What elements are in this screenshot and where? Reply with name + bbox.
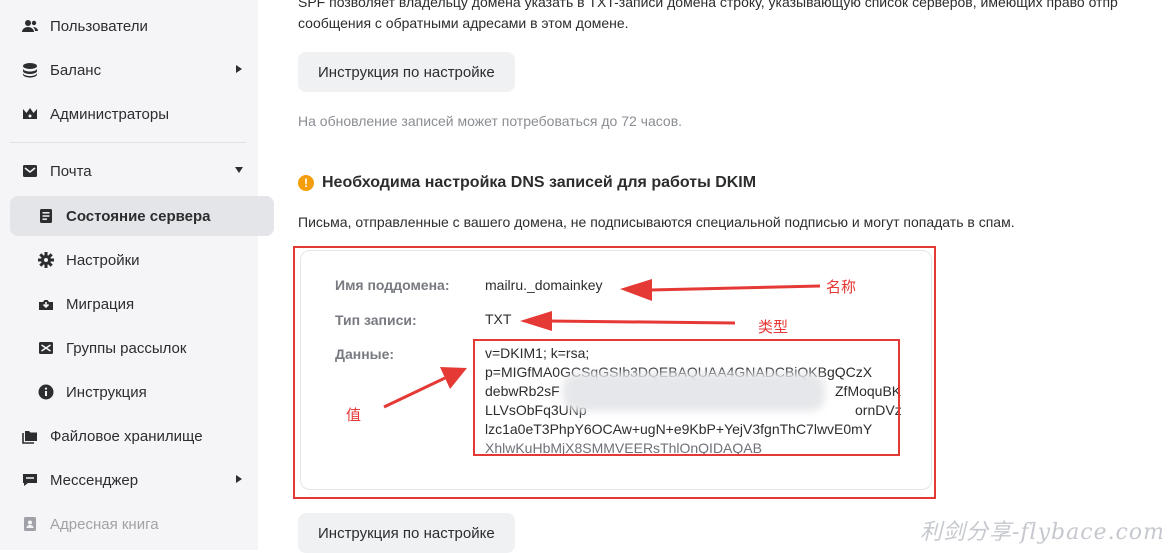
- sidebar-item-server-state[interactable]: Состояние сервера: [10, 196, 274, 236]
- dkim-instruction-button[interactable]: Инструкция по настройке: [298, 513, 515, 553]
- folder-icon: [22, 428, 38, 444]
- spf-instruction-button[interactable]: Инструкция по настройке: [298, 52, 515, 92]
- sidebar-item-label: Администраторы: [50, 105, 170, 123]
- sidebar-item-messenger[interactable]: Мессенджер: [10, 460, 258, 500]
- spf-description: SPF позволяет владельцу домена указать в…: [298, 0, 1168, 34]
- sidebar: Пользователи Баланс Администраторы Почта…: [0, 0, 274, 550]
- sidebar-item-address-book[interactable]: Адресная книга: [10, 504, 258, 544]
- sidebar-item-label: Настройки: [66, 251, 140, 269]
- sidebar-item-label: Мессенджер: [50, 471, 139, 489]
- annotation-data-box: [473, 339, 900, 456]
- update-note: На обновление записей может потребоватьс…: [298, 113, 683, 129]
- watermark: 利剑分享-flybace.com: [919, 520, 1165, 545]
- info-icon: [38, 384, 54, 400]
- sidebar-item-label: Группы рассылок: [66, 339, 187, 357]
- admin-crown-icon: [22, 106, 38, 122]
- sidebar-item-label: Пользователи: [50, 17, 148, 35]
- sidebar-item-mailing-groups[interactable]: Группы рассылок: [10, 328, 274, 368]
- spf-description-line: SPF позволяет владельцу домена указать в…: [298, 0, 1118, 10]
- sidebar-item-label: Миграция: [66, 295, 135, 313]
- sidebar-item-label: Файловое хранилище: [50, 427, 203, 445]
- sidebar-item-users[interactable]: Пользователи: [10, 6, 258, 46]
- chevron-right-icon: [234, 474, 244, 484]
- sidebar-item-settings[interactable]: Настройки: [10, 240, 274, 280]
- dkim-title-text: Необходима настройка DNS записей для раб…: [322, 174, 757, 191]
- sidebar-item-label: Почта: [50, 162, 92, 180]
- sidebar-item-label: Баланс: [50, 61, 102, 79]
- sidebar-item-migration[interactable]: Миграция: [10, 284, 274, 324]
- mailing-groups-icon: [38, 340, 54, 356]
- coins-icon: [22, 62, 38, 78]
- gear-icon: [38, 252, 54, 268]
- server-state-icon: [38, 208, 54, 224]
- dkim-description: Письма, отправленные с вашего домена, не…: [298, 214, 1015, 230]
- sidebar-item-label: Инструкция: [66, 383, 147, 401]
- annotation-value-label: 值: [346, 406, 362, 424]
- migration-icon: [38, 296, 54, 312]
- spf-description-line: сообщения с обратными адресами в этом до…: [298, 15, 629, 31]
- sidebar-divider: [10, 142, 246, 143]
- chevron-down-icon: [234, 165, 244, 175]
- chevron-right-icon: [234, 64, 244, 74]
- dkim-warning-title: ! Необходима настройка DNS записей для р…: [298, 174, 756, 192]
- sidebar-item-admins[interactable]: Администраторы: [10, 94, 258, 134]
- annotation-name-label: 名称: [826, 278, 857, 296]
- sidebar-item-balance[interactable]: Баланс: [10, 50, 258, 90]
- messenger-icon: [22, 472, 38, 488]
- mail-icon: [22, 163, 38, 179]
- warning-icon: !: [298, 175, 314, 191]
- sidebar-item-instructions[interactable]: Инструкция: [10, 372, 274, 412]
- users-icon: [22, 18, 38, 34]
- sidebar-item-label: Состояние сервера: [66, 207, 211, 225]
- sidebar-item-label: Адресная книга: [50, 515, 159, 533]
- address-book-icon: [22, 516, 38, 532]
- sidebar-item-file-storage[interactable]: Файловое хранилище: [10, 416, 258, 456]
- annotation-type-label: 类型: [758, 318, 789, 336]
- sidebar-item-mail[interactable]: Почта: [10, 151, 258, 191]
